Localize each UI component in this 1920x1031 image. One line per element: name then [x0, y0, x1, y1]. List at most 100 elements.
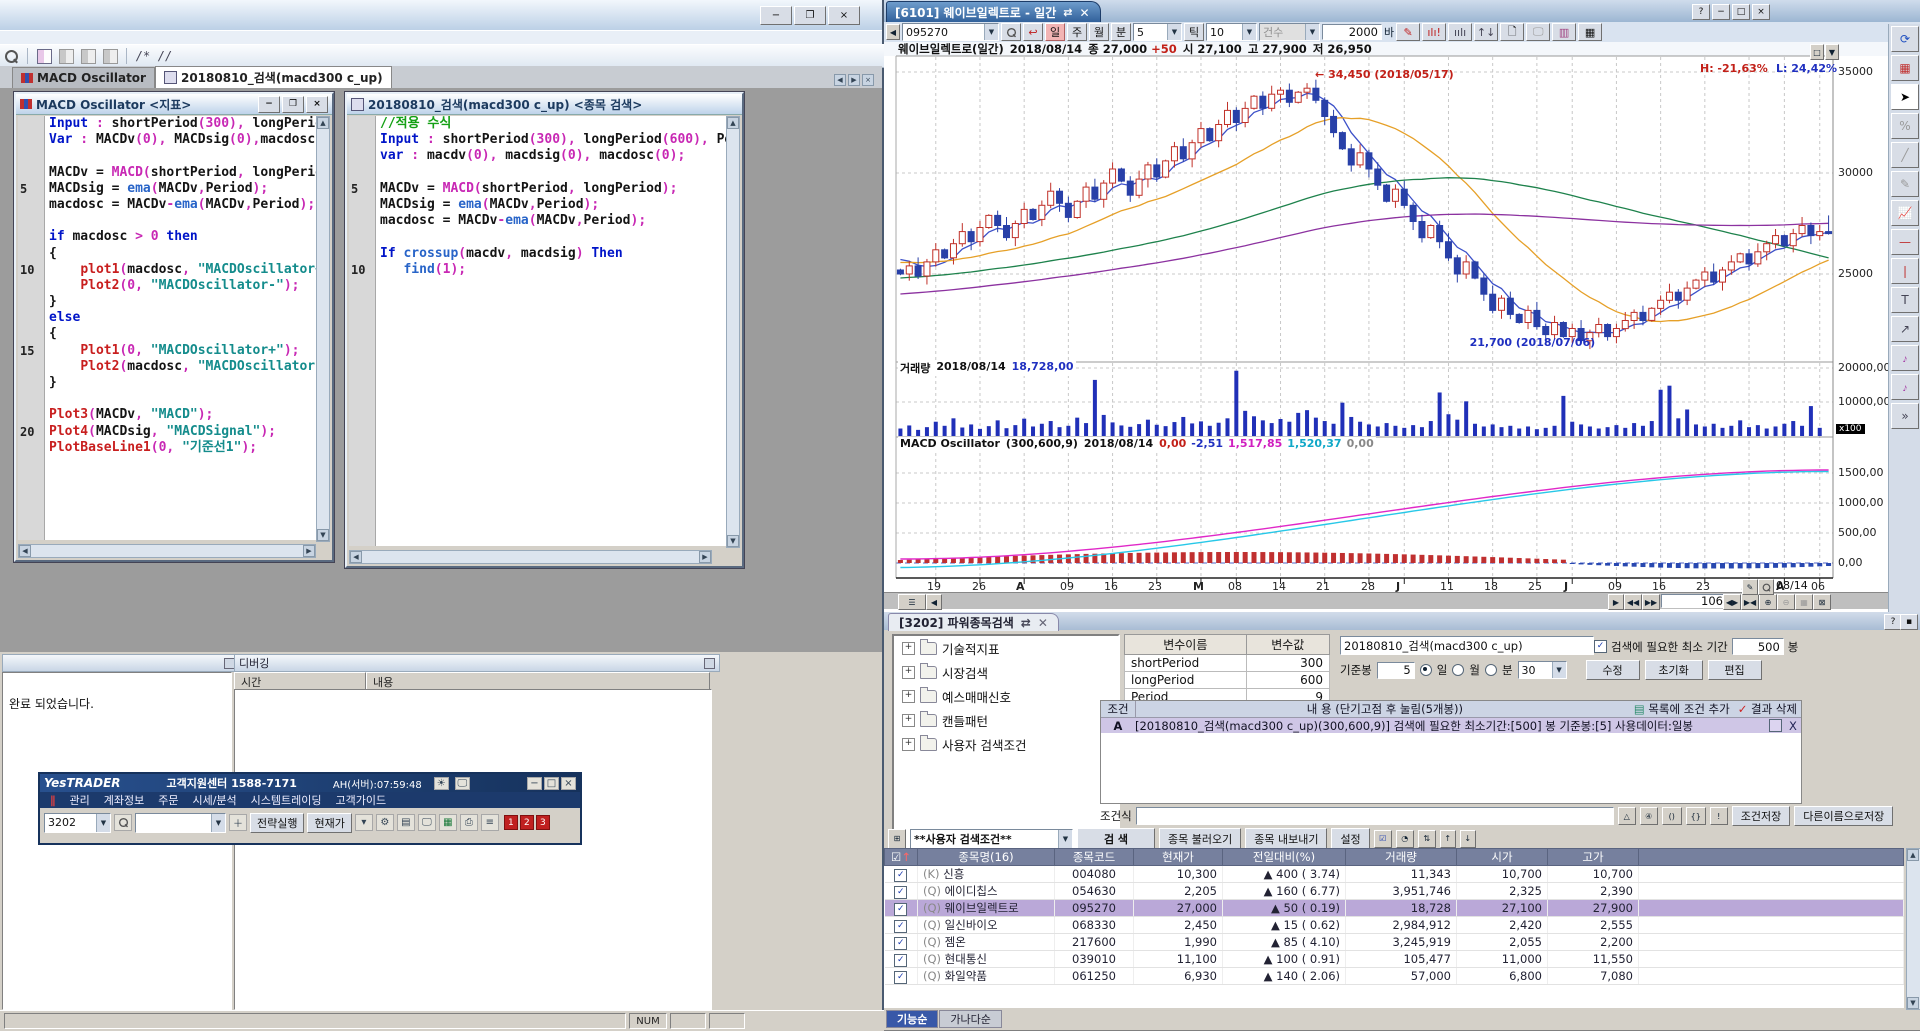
min-period-checkbox[interactable]: ✓ [1594, 640, 1607, 653]
var-row[interactable]: shortPeriod300 [1125, 655, 1330, 672]
child-close-button[interactable]: × [306, 96, 328, 113]
nav-play-icon[interactable]: ▶ [1608, 594, 1624, 610]
tab-scroll-left-icon[interactable]: ◀ [834, 74, 846, 86]
code-line[interactable] [380, 165, 726, 181]
condition-close-icon[interactable]: X [1785, 719, 1801, 733]
stock-row[interactable]: ✓ (K) 신흥 004080 10,300 ▲ 400 ( 3.74) 11,… [885, 866, 1904, 883]
tree-item[interactable]: +시장검색 [894, 660, 1118, 684]
row-checkbox[interactable]: ✓ [894, 971, 907, 984]
arrow-icon[interactable]: ↗ [1891, 316, 1919, 342]
gear-icon[interactable]: ⚙ [376, 814, 394, 831]
code-line[interactable] [49, 148, 328, 164]
row-checkbox[interactable]: ✓ [894, 886, 907, 899]
editor1-code-area[interactable]: 5101520Input : shortPeriod(300), longPer… [18, 116, 328, 540]
code-line[interactable]: } [49, 294, 328, 310]
add-button[interactable]: ＋ [229, 814, 247, 831]
search-name-field[interactable]: 20180810_검색(macd300 c_up) [1340, 636, 1594, 655]
up-icon[interactable]: ↑ [1440, 830, 1456, 848]
yt-menu-item[interactable]: 시스템트레이딩 [251, 792, 322, 808]
code-line[interactable]: MACDv = MACD(shortPeriod, longPeriod); [49, 165, 328, 181]
tree-item[interactable]: +예스매매신호 [894, 684, 1118, 708]
check-all-icon[interactable]: ☑ [1374, 830, 1392, 848]
minimize-button[interactable]: − [760, 6, 792, 25]
pattern-icon[interactable]: ▦ [1891, 55, 1919, 81]
expr-brace-icon[interactable]: {} [1686, 807, 1706, 825]
text-icon[interactable]: T [1891, 287, 1919, 313]
zoom-in-bars-icon[interactable]: ▶◀ [1741, 594, 1759, 610]
editor1-hscrollbar[interactable]: ◀▶ [18, 544, 316, 558]
restore-button[interactable]: ❐ [794, 6, 826, 25]
axis-zoom-icon[interactable] [1758, 579, 1774, 595]
delete-result-label[interactable]: ✓ 결과 삭제 [1738, 701, 1797, 717]
chart-grid-icon[interactable]: ▦ [439, 814, 457, 831]
code-line[interactable] [49, 213, 328, 229]
reset-button[interactable]: 초기화 [1645, 660, 1703, 680]
hline-icon[interactable]: — [1891, 229, 1919, 255]
more-icon[interactable]: » [1891, 403, 1919, 429]
account-slot-button[interactable]: 2 [520, 815, 534, 830]
yestrader-titlebar[interactable]: YesTRADER 고객지원센터 1588-7171 AH(서버):07:59:… [40, 774, 580, 792]
row-checkbox[interactable]: ✓ [894, 869, 907, 882]
zoom-plus-icon[interactable]: ⊕ [1759, 594, 1777, 610]
search-panel-tab[interactable]: [3202] 파워종목검색 ⇄ ✕ [888, 613, 1059, 631]
nav-forward-icon[interactable]: ▶▶ [1642, 594, 1660, 610]
pin-icon[interactable] [704, 658, 715, 669]
close-pane-icon[interactable]: ⊠ [1813, 594, 1831, 610]
row-checkbox[interactable]: ✓ [894, 937, 907, 950]
code-line[interactable]: PlotBaseLine1(0, "기준선1"); [49, 440, 328, 456]
account-slot-button[interactable]: 3 [536, 815, 550, 830]
yt-close-button[interactable]: × [561, 777, 576, 790]
panel-pin-button[interactable]: ▪ [1900, 614, 1918, 630]
refresh-icon[interactable]: ⟳ [1891, 26, 1919, 52]
radio-day[interactable] [1420, 664, 1432, 676]
sort-icon[interactable]: ⇅ [1418, 830, 1436, 848]
stock-row[interactable]: ✓ (Q) 에이디칩스 054630 2,205 ▲ 160 ( 6.77) 3… [885, 883, 1904, 900]
expr-paren-icon[interactable]: () [1662, 807, 1682, 825]
tab-search-document[interactable]: 20180810_검색(macd300 c_up) [155, 66, 392, 88]
tab-scroll-right-icon[interactable]: ▶ [848, 74, 860, 86]
modify-button[interactable]: 수정 [1586, 660, 1640, 680]
condition-row[interactable]: A [20180810_검색(macd300 c_up)(300,600,9)]… [1101, 718, 1801, 733]
price-chart[interactable] [884, 0, 1888, 595]
wave-e-icon[interactable]: 𝆔 [1891, 374, 1919, 400]
percent-icon[interactable]: % [1891, 113, 1919, 139]
block-comment-icon[interactable]: /* [134, 48, 152, 64]
code-line[interactable]: Input : shortPeriod(300), longPeriod(600… [380, 132, 726, 148]
nav-rewind-icon[interactable]: ◀◀ [1624, 594, 1642, 610]
book-pink-icon[interactable] [35, 48, 53, 64]
expr-circle4-icon[interactable]: ④ [1640, 807, 1658, 825]
code-line[interactable]: { [49, 246, 328, 262]
yt-menu-item[interactable]: 계좌정보 [104, 792, 144, 808]
expand-icon[interactable]: + [902, 690, 915, 703]
code-line[interactable]: var : macdv(0), macdsig(0), macdosc(0); [380, 148, 726, 164]
result-sort-tab[interactable]: 가나다순 [939, 1010, 1001, 1028]
link-icon[interactable]: ⇄ [1021, 616, 1031, 630]
code-line[interactable]: } [49, 375, 328, 391]
expr-triangle-icon[interactable]: △ [1618, 807, 1636, 825]
condition-checkbox[interactable] [1769, 719, 1782, 732]
code-line[interactable]: else [49, 310, 328, 326]
debug-panel-titlebar[interactable]: 디버깅 [234, 654, 720, 672]
add-to-list-label[interactable]: ▤ 목록에 조건 추가 [1634, 701, 1730, 717]
results-table[interactable]: ☑↑ 종목명(16)종목코드 현재가전일대비(%) 거래량시가 고가 ✓ (K)… [884, 848, 1904, 985]
cursor-icon[interactable]: ➤ [1891, 84, 1919, 110]
book-x-icon[interactable] [101, 48, 119, 64]
dropdown-icon[interactable]: ▾ [355, 814, 373, 831]
list-icon[interactable]: ≡ [481, 814, 499, 831]
book-icon[interactable] [57, 48, 75, 64]
export-stocks-button[interactable]: 종목 내보내기 [1245, 828, 1327, 849]
expand-icon[interactable]: + [902, 642, 915, 655]
stock-row[interactable]: ✓ (Q) 일신바이오 068330 2,450 ▲ 15 ( 0.62) 2,… [885, 917, 1904, 934]
tab-macd-oscillator[interactable]: MACD Oscillator [12, 67, 155, 88]
row-checkbox[interactable]: ✓ [894, 954, 907, 967]
row-checkbox[interactable]: ✓ [894, 903, 907, 916]
yt-minimize-button[interactable]: − [527, 777, 542, 790]
code-line[interactable]: Plot2(0, "MACDOscillator-"); [49, 278, 328, 294]
stock-row[interactable]: ✓ (Q) 웨이브일렉트로 095270 27,000 ▲ 50 ( 0.19)… [885, 900, 1904, 917]
base-bar-input[interactable]: 5 [1377, 662, 1415, 679]
code-line[interactable]: //적용 수식 [380, 116, 726, 132]
edit-button[interactable]: 편집 [1708, 660, 1762, 680]
printer-icon[interactable]: ⎙ [460, 814, 478, 831]
current-price-button[interactable]: 현재가 [307, 813, 351, 833]
line-chart-icon[interactable]: 📈 [1891, 200, 1919, 226]
